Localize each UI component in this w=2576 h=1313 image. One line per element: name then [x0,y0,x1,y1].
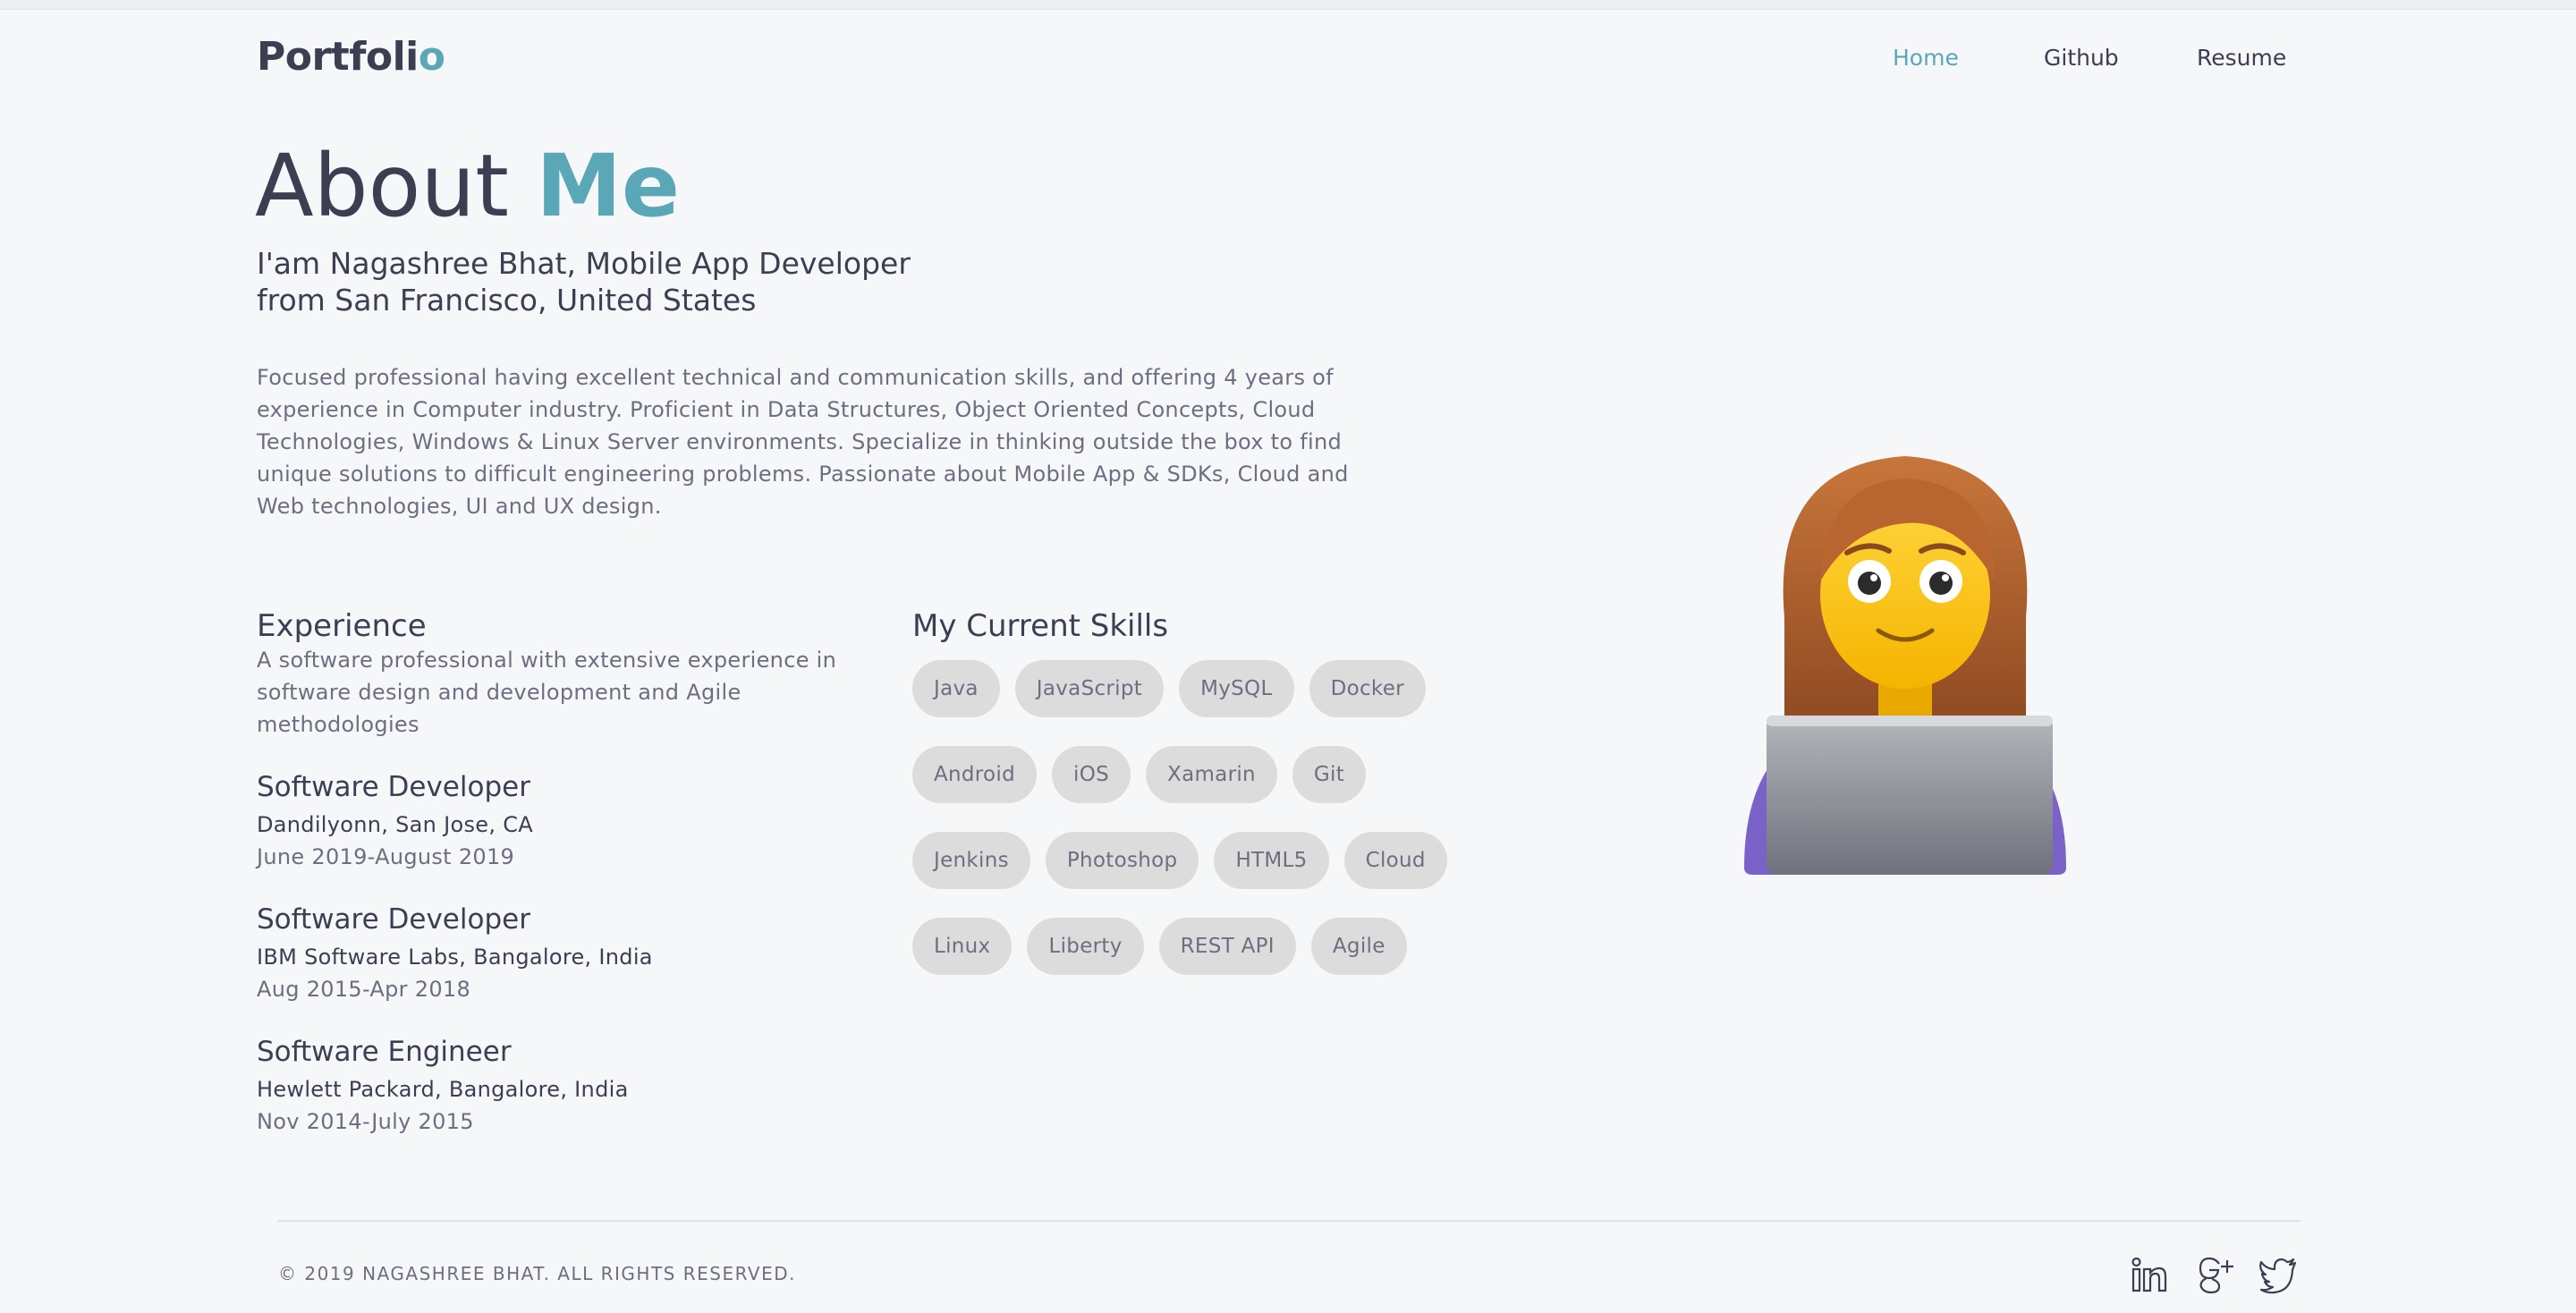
skill-chip: MySQL [1179,660,1294,717]
job-company: Dandilyonn, San Jose, CA [257,812,533,837]
skill-chip: JavaScript [1014,660,1165,717]
skill-chip: iOS [1052,746,1131,803]
job-company: IBM Software Labs, Bangalore, India [257,945,653,970]
skill-chip: Docker [1309,660,1426,717]
job-dates: June 2019-August 2019 [257,844,515,869]
nav-home[interactable]: Home [1893,45,1959,71]
google-plus-icon[interactable] [2193,1254,2238,1295]
job-role: Software Developer [257,903,530,936]
footer-divider [277,1220,2301,1222]
skills-row: Java JavaScript MySQL Docker [912,660,1467,717]
copyright-text: © 2019 NAGASHREE BHAT. ALL RIGHTS RESERV… [278,1263,796,1284]
nav-github[interactable]: Github [2044,45,2119,71]
job-entry: Software Engineer Hewlett Packard, Banga… [257,1036,847,1134]
brand-logo-text: Portfoli [257,34,419,80]
skill-chip: Liberty [1027,918,1144,975]
page-title: About Me [255,143,680,229]
twitter-icon[interactable] [2256,1254,2301,1295]
skill-chip: Xamarin [1146,746,1277,803]
linkedin-icon[interactable] [2127,1254,2172,1295]
skills-title: My Current Skills [912,608,1169,644]
skills-row: Linux Liberty REST API Agile [912,918,1467,975]
job-dates: Nov 2014-July 2015 [257,1109,474,1134]
job-entry: Software Developer IBM Software Labs, Ba… [257,903,847,1002]
skill-chip: Photoshop [1045,832,1199,889]
skill-chip: REST API [1158,918,1296,975]
top-border [0,0,2576,10]
woman-technologist-avatar [1744,456,2066,875]
skills-list: Java JavaScript MySQL Docker Android iOS… [912,660,1467,1004]
tagline-line-1: I'am Nagashree Bhat, Mobile App Develope… [257,246,911,281]
skill-chip: Linux [912,918,1013,975]
skill-chip: Android [912,746,1038,803]
skills-row: Jenkins Photoshop HTML5 Cloud [912,832,1467,889]
skill-chip: Agile [1310,918,1407,975]
skill-chip: Java [912,660,1000,717]
job-entry: Software Developer Dandilyonn, San Jose,… [257,771,847,869]
job-company: Hewlett Packard, Bangalore, India [257,1077,629,1102]
brand-logo-accent: o [418,34,445,80]
bio-paragraph: Focused professional having excellent te… [257,365,1349,519]
skill-chip: Cloud [1343,832,1447,889]
page-title-prefix: About [255,136,537,236]
skills-row: Android iOS Xamarin Git [912,746,1467,803]
tagline: I'am Nagashree Bhat, Mobile App Develope… [257,245,1062,318]
experience-description: A software professional with extensive e… [257,648,837,737]
experience-title: Experience [257,608,427,644]
job-role: Software Engineer [257,1036,512,1068]
job-dates: Aug 2015-Apr 2018 [257,977,471,1002]
brand-logo[interactable]: Portfolio [257,34,445,80]
tagline-line-2: from San Francisco, United States [257,283,757,318]
skill-chip: Git [1292,746,1367,803]
page-title-accent: Me [536,136,680,236]
nav-resume[interactable]: Resume [2197,45,2286,71]
skill-chip: Jenkins [912,832,1030,889]
job-role: Software Developer [257,771,530,803]
skill-chip: HTML5 [1214,832,1329,889]
